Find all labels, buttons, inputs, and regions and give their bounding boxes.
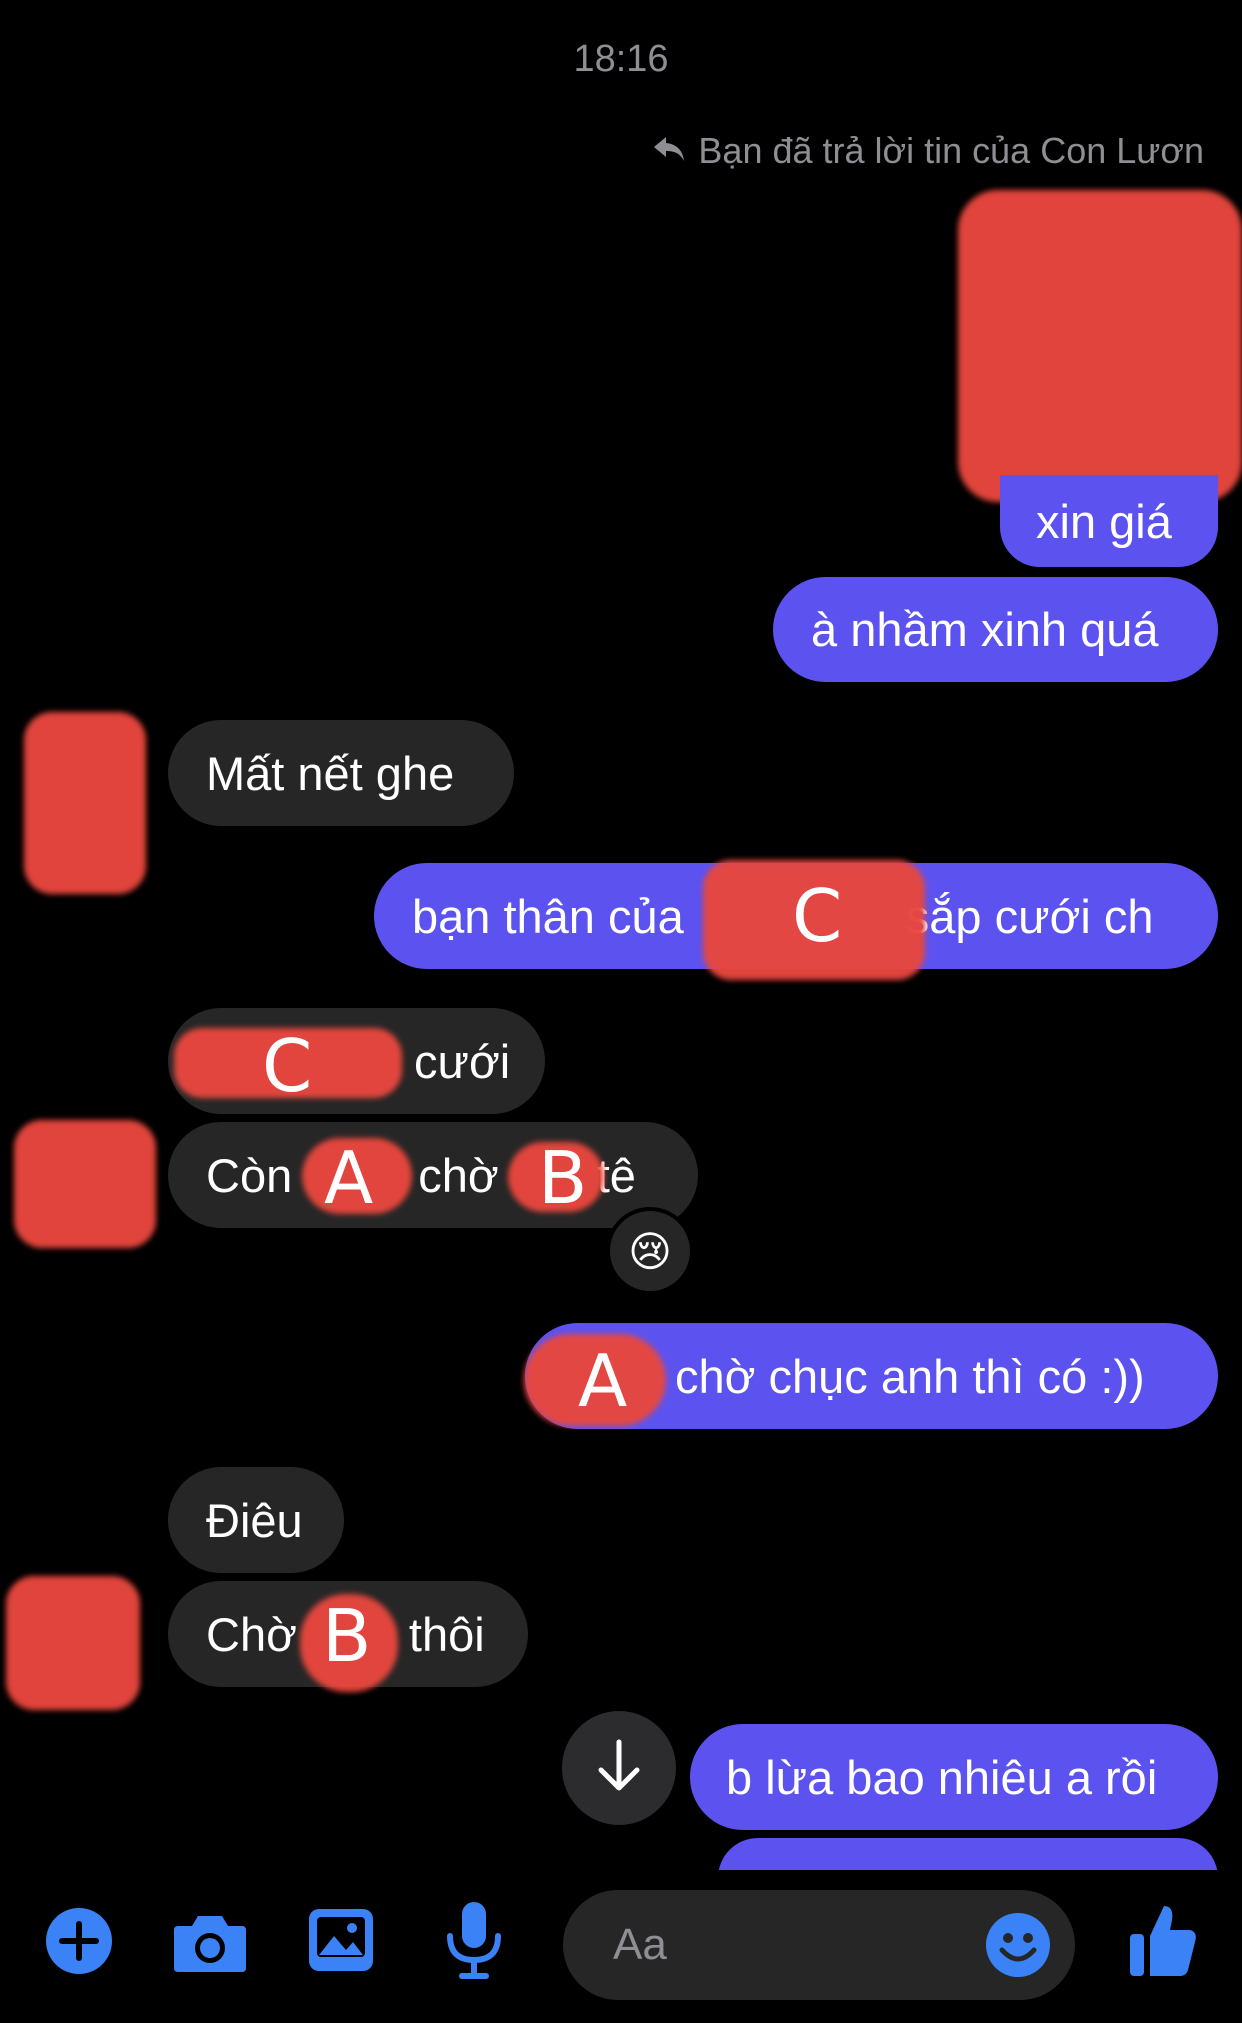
avatar[interactable] <box>24 712 146 894</box>
sent-message[interactable]: à nhầm xinh quá <box>773 577 1218 682</box>
redaction-label: C <box>262 1024 313 1108</box>
message-timestamp: 18:16 <box>573 38 669 80</box>
composer-bar <box>0 1870 1242 2023</box>
scroll-to-bottom-button[interactable] <box>562 1711 676 1825</box>
message-text-part: thôi <box>408 1607 485 1661</box>
message-text: xin giá <box>1036 494 1172 548</box>
message-text-part: Còn <box>206 1148 293 1202</box>
received-message[interactable]: Mất nết ghe <box>168 720 514 826</box>
received-message[interactable]: Điêu <box>168 1467 344 1573</box>
thumbs-up-icon[interactable] <box>1128 1900 1198 1980</box>
message-input[interactable] <box>611 1919 975 1971</box>
redaction-label: A <box>324 1136 374 1220</box>
avatar[interactable] <box>14 1120 156 1248</box>
redaction-label: B <box>322 1594 372 1678</box>
message-text: à nhầm xinh quá <box>811 603 1159 656</box>
message-text-part: bạn thân của <box>412 889 684 943</box>
reaction-crying-emoji[interactable]: 😢 <box>606 1207 694 1295</box>
message-text: Mất nết ghe <box>206 746 455 800</box>
avatar[interactable] <box>6 1576 140 1710</box>
redaction-label: A <box>578 1339 628 1423</box>
image-icon[interactable] <box>306 1906 376 1974</box>
camera-icon[interactable] <box>172 1910 248 1974</box>
microphone-icon[interactable] <box>442 1900 506 1980</box>
reply-arrow-icon <box>652 130 686 172</box>
smiley-icon[interactable] <box>985 1912 1051 1983</box>
message-text: b lừa bao nhiêu a rồi <box>726 1750 1158 1804</box>
sent-message[interactable]: b lừa bao nhiêu a rồi <box>690 1724 1218 1830</box>
plus-circle-icon[interactable] <box>44 1906 114 1976</box>
arrow-down-icon <box>595 1738 643 1799</box>
reply-note-text: Bạn đã trả lời tin của Con Lươn <box>698 130 1204 171</box>
received-message[interactable]: Còn chờ tê <box>168 1122 698 1228</box>
message-text-part: Chờ <box>206 1607 297 1661</box>
redacted-attachment <box>958 190 1242 502</box>
message-input-container[interactable] <box>563 1890 1075 2000</box>
message-text: Điêu <box>206 1493 303 1547</box>
message-text: chờ chục anh thì có :)) <box>675 1349 1145 1403</box>
redaction-label: B <box>538 1136 588 1220</box>
message-text-part: chờ <box>418 1148 499 1202</box>
reply-indicator: Bạn đã trả lời tin của Con Lươn <box>652 130 1204 172</box>
redaction-label: C <box>792 874 843 958</box>
sent-message[interactable]: xin giá <box>1000 475 1218 567</box>
message-text: cưới <box>414 1034 511 1088</box>
message-text-part: sắp cưới ch <box>905 889 1154 943</box>
